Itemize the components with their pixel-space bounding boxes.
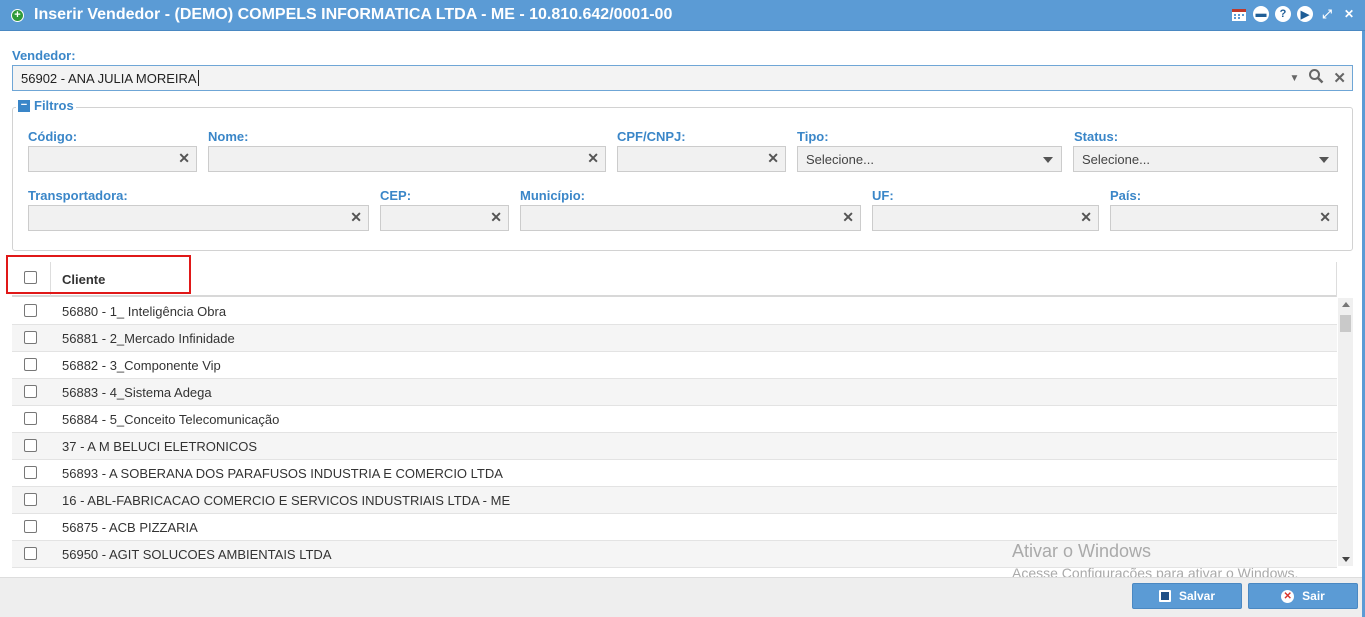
row-cliente: 56882 - 3_Componente Vip xyxy=(62,358,221,373)
row-checkbox[interactable] xyxy=(24,466,37,479)
clear-icon[interactable]: ✕ xyxy=(350,209,362,226)
filters-title: Filtros xyxy=(34,98,74,113)
municipio-field[interactable]: ✕ xyxy=(520,205,861,231)
chevron-down-icon[interactable] xyxy=(1043,157,1053,163)
table-row[interactable]: 56875 - ACB PIZZARIA xyxy=(12,514,1337,541)
row-checkbox[interactable] xyxy=(24,439,37,452)
row-cliente: 56881 - 2_Mercado Infinidade xyxy=(62,331,235,346)
chevron-down-icon[interactable] xyxy=(1319,157,1329,163)
row-checkbox[interactable] xyxy=(24,331,37,344)
clear-icon[interactable]: ✕ xyxy=(178,150,190,167)
search-icon[interactable] xyxy=(1308,68,1324,88)
cep-field[interactable]: ✕ xyxy=(380,205,509,231)
status-select[interactable]: Selecione... xyxy=(1073,146,1338,172)
row-cliente: 56950 - AGIT SOLUCOES AMBIENTAIS LTDA xyxy=(62,547,332,562)
close-icon[interactable]: ✕ xyxy=(1341,6,1357,22)
clear-icon[interactable]: ✕ xyxy=(587,150,599,167)
table-row[interactable]: 56884 - 5_Conceito Telecomunicação xyxy=(12,406,1337,433)
exit-icon: ✕ xyxy=(1281,589,1295,603)
transportadora-field[interactable]: ✕ xyxy=(28,205,369,231)
row-cliente: 16 - ABL-FABRICACAO COMERCIO E SERVICOS … xyxy=(62,493,511,508)
row-checkbox[interactable] xyxy=(24,493,37,506)
window-actions: ▬ ? ▶ ⤢ ✕ xyxy=(1231,6,1357,22)
expand-icon[interactable]: ⤢ xyxy=(1319,6,1335,22)
grid-scrollbar[interactable] xyxy=(1338,298,1353,566)
row-cliente: 56883 - 4_Sistema Adega xyxy=(62,385,212,400)
vendedor-select[interactable]: 56902 - ANA JULIA MOREIRA ▼ ✕ xyxy=(12,65,1353,91)
window-titlebar: + Inserir Vendedor - (DEMO) COMPELS INFO… xyxy=(0,0,1365,31)
exit-label: Sair xyxy=(1302,589,1325,603)
text-cursor xyxy=(198,70,199,86)
pais-label: País: xyxy=(1110,188,1142,203)
pais-field[interactable]: ✕ xyxy=(1110,205,1338,231)
uf-label: UF: xyxy=(872,188,894,203)
scroll-thumb[interactable] xyxy=(1340,315,1351,332)
clear-icon[interactable]: ✕ xyxy=(1319,209,1331,226)
help-icon[interactable]: ? xyxy=(1275,6,1291,22)
cpf-cnpj-label: CPF/CNPJ: xyxy=(617,129,686,144)
table-row[interactable]: 16 - ABL-FABRICACAO COMERCIO E SERVICOS … xyxy=(12,487,1337,514)
save-button[interactable]: Salvar xyxy=(1132,583,1242,609)
table-row[interactable]: 56893 - A SOBERANA DOS PARAFUSOS INDUSTR… xyxy=(12,460,1337,487)
table-row[interactable]: 56881 - 2_Mercado Infinidade xyxy=(12,325,1337,352)
grid-header: Cliente xyxy=(12,262,1337,297)
row-checkbox[interactable] xyxy=(24,358,37,371)
row-cliente: 37 - A M BELUCI ELETRONICOS xyxy=(62,439,258,454)
vendedor-actions: ▼ ✕ xyxy=(1290,69,1346,87)
grid-body: 56880 - 1_ Inteligência Obra 56881 - 2_M… xyxy=(12,298,1337,568)
scroll-down-icon[interactable] xyxy=(1342,557,1350,562)
row-checkbox[interactable] xyxy=(24,547,37,560)
row-cliente: 56893 - A SOBERANA DOS PARAFUSOS INDUSTR… xyxy=(62,466,503,481)
tipo-value: Selecione... xyxy=(806,152,874,167)
codigo-label: Código: xyxy=(28,129,78,144)
row-cliente: 56884 - 5_Conceito Telecomunicação xyxy=(62,412,280,427)
vendedor-value: 56902 - ANA JULIA MOREIRA xyxy=(21,71,197,86)
window-title: Inserir Vendedor - (DEMO) COMPELS INFORM… xyxy=(34,6,673,23)
play-icon[interactable]: ▶ xyxy=(1297,6,1313,22)
save-label: Salvar xyxy=(1178,589,1216,603)
table-row[interactable]: 37 - A M BELUCI ELETRONICOS xyxy=(12,433,1337,460)
tipo-label: Tipo: xyxy=(797,129,829,144)
municipio-label: Município: xyxy=(520,188,585,203)
row-checkbox[interactable] xyxy=(24,412,37,425)
status-label: Status: xyxy=(1074,129,1119,144)
row-cliente: 56875 - ACB PIZZARIA xyxy=(62,520,198,535)
status-value: Selecione... xyxy=(1082,152,1150,167)
minimize-icon[interactable]: ▬ xyxy=(1253,6,1269,22)
chevron-down-icon[interactable]: ▼ xyxy=(1290,73,1300,84)
clear-icon[interactable]: ✕ xyxy=(842,209,854,226)
scroll-up-icon[interactable] xyxy=(1342,302,1350,307)
nome-label: Nome: xyxy=(208,129,249,144)
vendedor-label: Vendedor: xyxy=(12,48,76,63)
clear-icon[interactable]: ✕ xyxy=(1333,69,1346,87)
tipo-select[interactable]: Selecione... xyxy=(797,146,1062,172)
exit-button[interactable]: ✕ Sair xyxy=(1248,583,1358,609)
table-row[interactable]: 56880 - 1_ Inteligência Obra xyxy=(12,298,1337,325)
save-icon xyxy=(1158,590,1171,602)
clear-icon[interactable]: ✕ xyxy=(1080,209,1092,226)
row-checkbox[interactable] xyxy=(24,304,37,317)
transportadora-label: Transportadora: xyxy=(28,188,128,203)
cep-label: CEP: xyxy=(380,188,412,203)
uf-field[interactable]: ✕ xyxy=(872,205,1099,231)
table-row[interactable]: 56883 - 4_Sistema Adega xyxy=(12,379,1337,406)
add-icon: + xyxy=(11,8,24,22)
nome-field[interactable]: ✕ xyxy=(208,146,606,172)
codigo-field[interactable]: ✕ xyxy=(28,146,197,172)
row-checkbox[interactable] xyxy=(24,385,37,398)
column-divider xyxy=(1336,262,1337,297)
clear-icon[interactable]: ✕ xyxy=(767,150,779,167)
clear-icon[interactable]: ✕ xyxy=(490,209,502,226)
calendar-icon[interactable] xyxy=(1231,6,1247,22)
filters-legend[interactable]: − Filtros xyxy=(16,98,76,113)
row-cliente: 56880 - 1_ Inteligência Obra xyxy=(62,304,227,319)
row-checkbox[interactable] xyxy=(24,520,37,533)
windows-activation-title: Ativar o Windows xyxy=(1012,541,1152,561)
collapse-icon[interactable]: − xyxy=(18,99,30,112)
table-row[interactable]: 56882 - 3_Componente Vip xyxy=(12,352,1337,379)
cpf-cnpj-field[interactable]: ✕ xyxy=(617,146,786,172)
highlight-box xyxy=(6,255,191,294)
